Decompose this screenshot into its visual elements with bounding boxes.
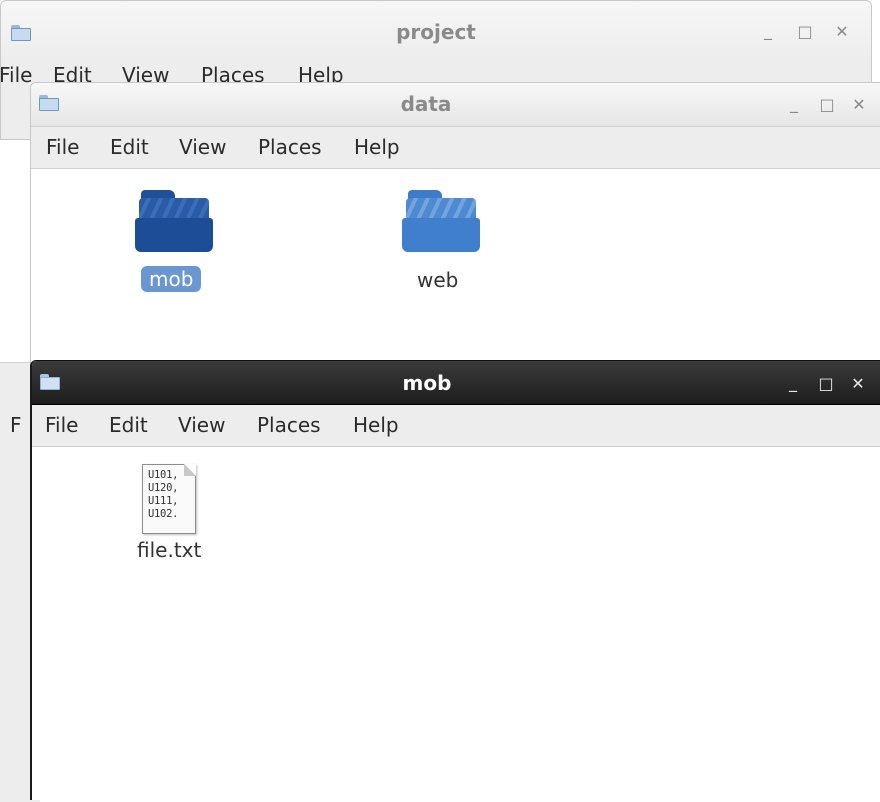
folder-icon xyxy=(135,190,213,252)
mob-titlebar[interactable]: mob _ □ ✕ xyxy=(32,361,880,405)
menu-edit[interactable]: Edit xyxy=(110,135,149,159)
close-button[interactable]: ✕ xyxy=(833,22,851,41)
file-preview-line: U120, xyxy=(148,482,179,494)
data-menubar: File Edit View Places Help xyxy=(31,127,880,169)
folder-label-web: web xyxy=(417,268,459,292)
data-titlebar[interactable]: data _ □ ✕ xyxy=(31,83,880,127)
data-window: data _ □ ✕ File Edit View Places Help mo… xyxy=(30,82,880,372)
folder-item-web[interactable]: web xyxy=(388,190,508,300)
text-file-icon: U101, U120, U111, U102. xyxy=(142,464,196,534)
menu-file[interactable]: File xyxy=(1,63,32,87)
minimize-button[interactable]: _ xyxy=(759,21,777,40)
close-button[interactable]: ✕ xyxy=(849,374,867,393)
data-file-view: mob web xyxy=(31,170,880,371)
folder-item-mob[interactable]: mob xyxy=(121,190,241,300)
mob-menubar: File Edit View Places Help xyxy=(32,405,880,447)
menu-help[interactable]: Help xyxy=(353,413,399,437)
mob-file-view: U101, U120, U111, U102. file.txt xyxy=(32,448,880,800)
file-preview-line: U101, xyxy=(148,469,179,481)
file-label: file.txt xyxy=(137,538,202,562)
mob-window-title: mob xyxy=(402,371,452,395)
folder-icon xyxy=(8,373,28,389)
file-preview-line: U102. xyxy=(148,508,179,520)
menu-file-partial[interactable]: F xyxy=(10,413,22,437)
menu-help[interactable]: Help xyxy=(354,135,400,159)
maximize-button[interactable]: □ xyxy=(796,22,814,41)
maximize-button[interactable]: □ xyxy=(817,374,835,393)
folder-label-mob: mob xyxy=(141,266,202,292)
menu-places[interactable]: Places xyxy=(257,413,321,437)
project-titlebar[interactable]: project _ □ ✕ xyxy=(1,1,871,59)
minimize-button[interactable]: _ xyxy=(784,373,802,392)
menu-file[interactable]: File xyxy=(45,413,78,437)
file-item-file-txt[interactable]: U101, U120, U111, U102. file.txt xyxy=(127,464,227,579)
file-preview-line: U111, xyxy=(148,495,179,507)
mob-window: mob _ □ ✕ File Edit View Places Help U10… xyxy=(30,360,880,800)
folder-icon xyxy=(402,190,480,252)
menu-file[interactable]: File xyxy=(46,135,79,159)
menu-edit[interactable]: Edit xyxy=(109,413,148,437)
menu-view[interactable]: View xyxy=(179,135,226,159)
project-window-title: project xyxy=(396,20,476,44)
minimize-button[interactable]: _ xyxy=(785,94,803,113)
menu-places[interactable]: Places xyxy=(258,135,322,159)
close-button[interactable]: ✕ xyxy=(850,95,868,114)
data-window-title: data xyxy=(400,92,452,116)
maximize-button[interactable]: □ xyxy=(818,95,836,114)
menu-view[interactable]: View xyxy=(178,413,225,437)
